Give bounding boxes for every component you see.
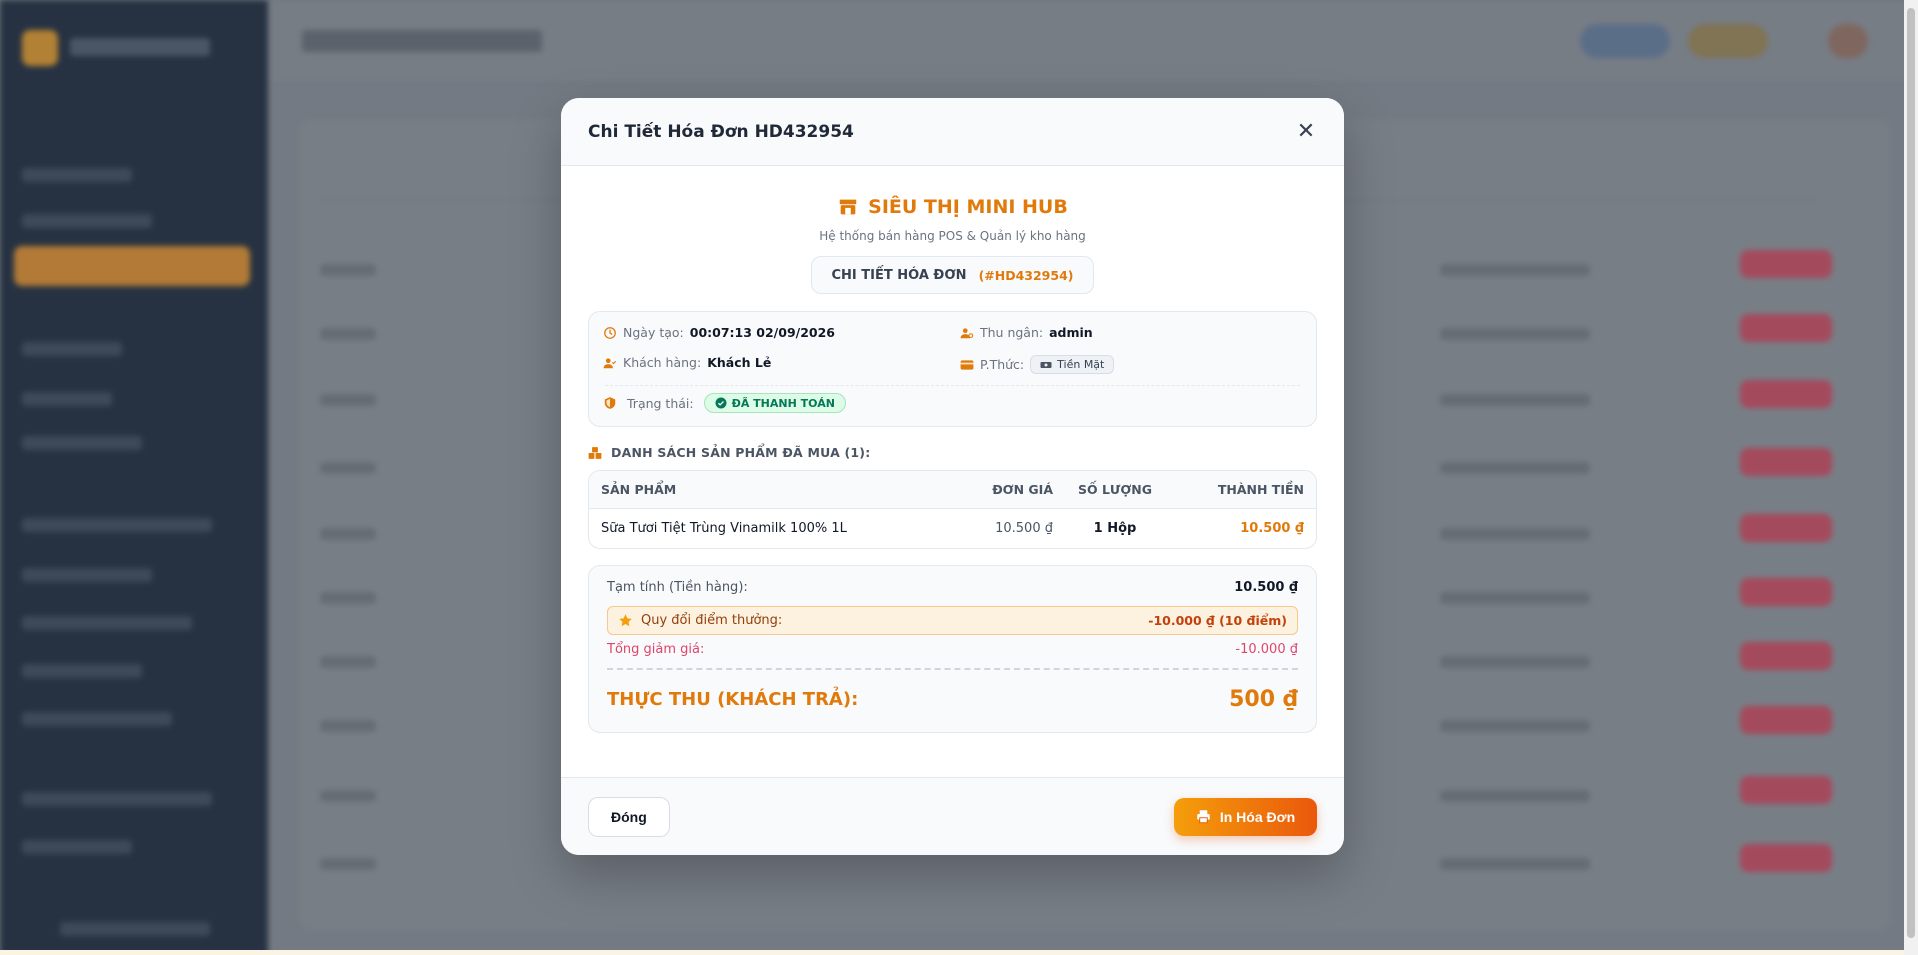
col-product: SẢN PHẨM (601, 482, 677, 497)
col-quantity: SỐ LƯỢNG (1077, 482, 1153, 497)
modal-body: SIÊU THỊ MINI HUB Hệ thống bán hàng POS … (588, 166, 1317, 733)
store-icon (839, 199, 857, 215)
star-icon (619, 614, 632, 627)
table-row: Sữa Tươi Tiệt Trùng Vinamilk 100% 1L 10.… (589, 509, 1316, 548)
clock-icon (604, 326, 616, 339)
payment-method-badge: Tiền Mặt (1030, 355, 1115, 374)
shield-icon (604, 397, 616, 409)
status-badge: ĐÃ THANH TOÁN (703, 393, 846, 413)
modal-title: Chi Tiết Hóa Đơn HD432954 (588, 121, 854, 142)
invoice-status: Trạng thái: ĐÃ THANH TOÁN (603, 391, 846, 415)
page-scrollbar[interactable] (1904, 0, 1918, 955)
doc-label: CHI TIẾT HÓA ĐƠN (831, 267, 967, 283)
product-qty: 1 Hộp (1093, 521, 1137, 536)
scrollbar-thumb[interactable] (1907, 8, 1915, 938)
print-invoice-button[interactable]: In Hóa Đơn (1174, 797, 1317, 836)
points-redemption-row: Quy đổi điểm thưởng: -10.000 ₫ (10 điểm) (607, 606, 1298, 635)
invoice-detail-modal: Chi Tiết Hóa Đơn HD432954 ✕ SIÊU THỊ MIN… (561, 98, 1344, 855)
invoice-code-pill: CHI TIẾT HÓA ĐƠN (#HD432954) (810, 256, 1095, 294)
store-header: SIÊU THỊ MINI HUB Hệ thống bán hàng POS … (588, 166, 1317, 294)
col-line-total: THÀNH TIỀN (1217, 482, 1304, 497)
close-icon: ✕ (1296, 119, 1316, 144)
close-button[interactable]: ✕ (1292, 118, 1320, 146)
subtotal-row: Tạm tính (Tiền hàng): 10.500 ₫ (607, 580, 1298, 595)
product-table: SẢN PHẨM ĐƠN GIÁ SỐ LƯỢNG THÀNH TIỀN Sữa… (588, 470, 1317, 549)
created-date: Ngày tạo: 00:07:13 02/09/2026 (603, 325, 835, 340)
payment-method: P.Thức: Tiền Mặt (960, 355, 1115, 374)
cashier: Thu ngân: admin (960, 325, 1093, 340)
product-name: Sữa Tươi Tiệt Trùng Vinamilk 100% 1L (601, 521, 847, 536)
boxes-icon (588, 446, 602, 459)
product-price: 10.500 ₫ (995, 521, 1053, 536)
product-total: 10.500 ₫ (1240, 521, 1304, 536)
grand-total-amount: 500 ₫ (1229, 687, 1298, 712)
discount-amount: -10.000 ₫ (1235, 642, 1298, 657)
user-cog-icon (960, 327, 974, 338)
check-circle-icon (715, 397, 727, 409)
subtotal-amount: 10.500 ₫ (1234, 580, 1298, 595)
product-table-header: SẢN PHẨM ĐƠN GIÁ SỐ LƯỢNG THÀNH TIỀN (589, 471, 1316, 509)
store-name: SIÊU THỊ MINI HUB (837, 196, 1068, 218)
modal-footer: Đóng In Hóa Đơn (561, 777, 1344, 855)
products-section-title: DANH SÁCH SẢN PHẨM ĐÃ MUA (1): (588, 445, 1317, 460)
customer: Khách hàng: Khách Lẻ (603, 355, 771, 370)
modal-header: Chi Tiết Hóa Đơn HD432954 ✕ (561, 98, 1344, 166)
points-amount: -10.000 ₫ (10 điểm) (1148, 613, 1287, 628)
money-icon (1040, 361, 1052, 368)
col-unit-price: ĐƠN GIÁ (992, 482, 1053, 497)
printer-icon (1197, 810, 1210, 824)
payment-summary: Tạm tính (Tiền hàng): 10.500 ₫ Quy đổi đ… (588, 565, 1317, 733)
user-check-icon (603, 357, 617, 368)
invoice-info: Ngày tạo: 00:07:13 02/09/2026 Thu ngân: … (588, 311, 1317, 427)
grand-total-row: THỰC THU (KHÁCH TRẢ): 500 ₫ (607, 687, 1298, 712)
store-subtitle: Hệ thống bán hàng POS & Quản lý kho hàng (819, 229, 1086, 243)
invoice-code: (#HD432954) (978, 267, 1074, 283)
close-modal-button[interactable]: Đóng (588, 796, 670, 837)
credit-card-icon (960, 359, 974, 370)
discount-row: Tổng giảm giá: -10.000 ₫ (607, 642, 1298, 657)
